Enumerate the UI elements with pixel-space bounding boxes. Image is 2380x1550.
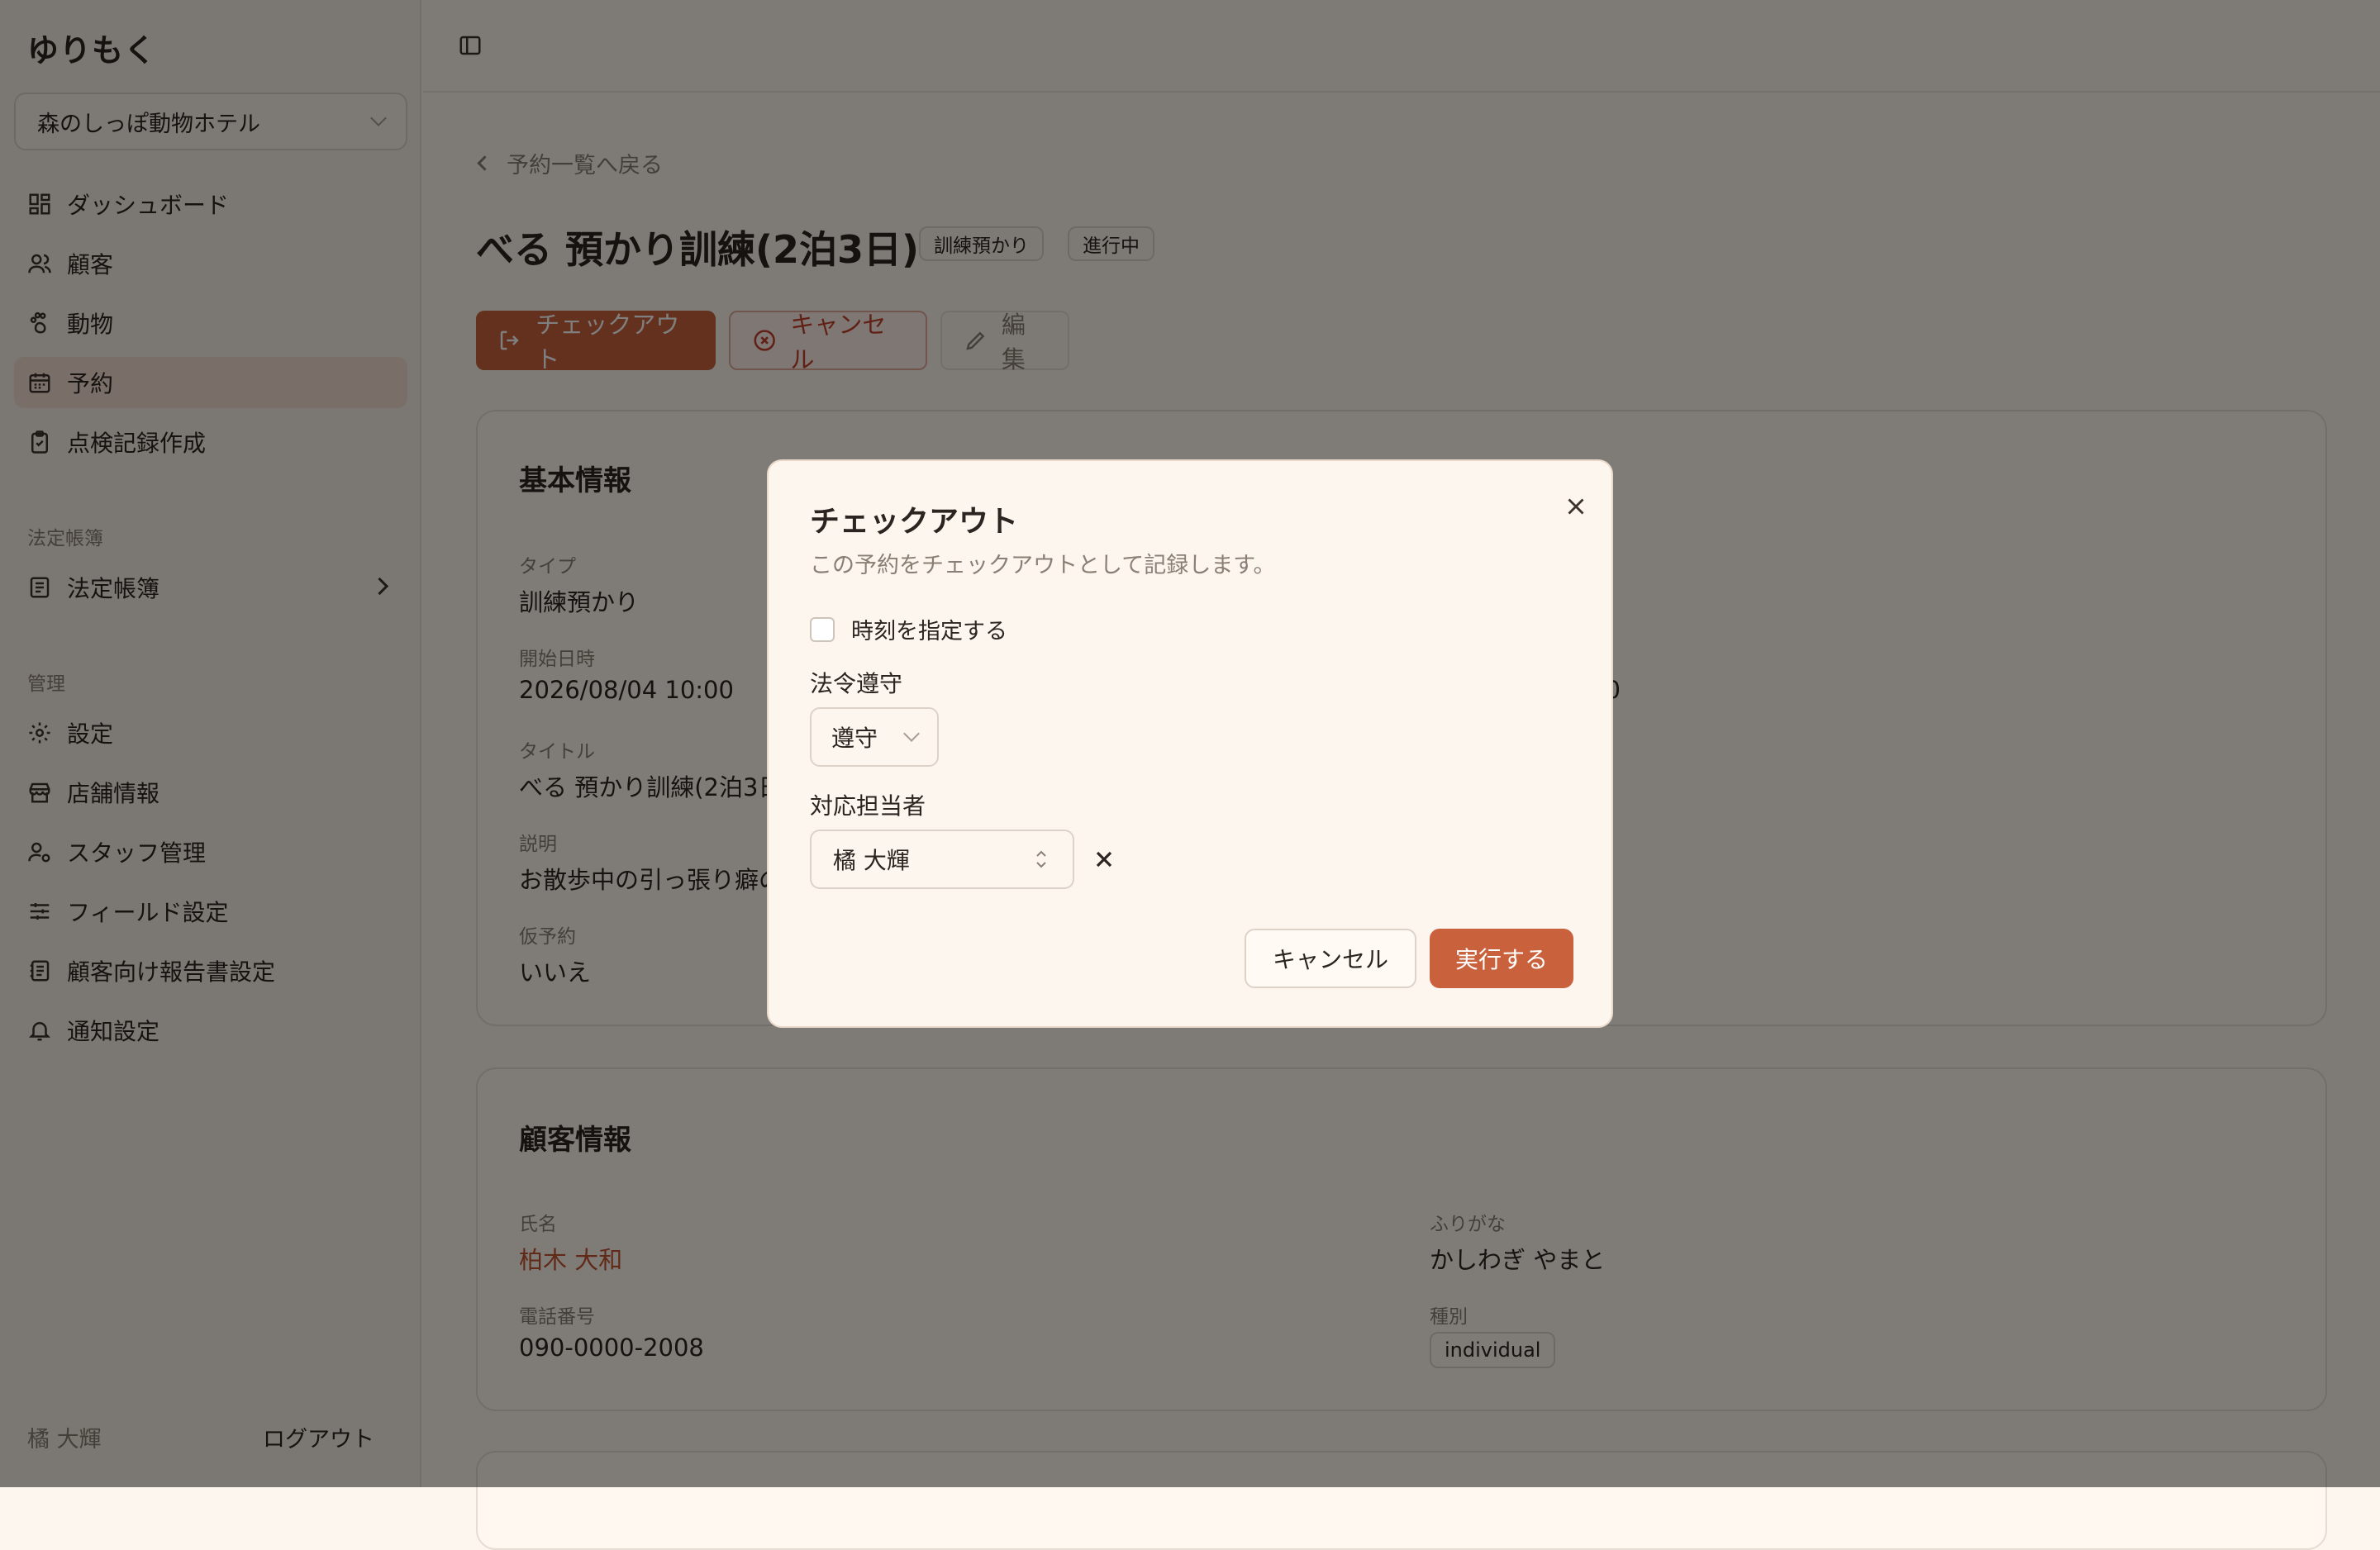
compliance-value: 遵守 xyxy=(831,725,878,752)
staff-value: 橘 大輝 xyxy=(833,847,910,874)
specify-time-row[interactable]: 時刻を指定する xyxy=(810,613,1007,645)
dialog-run-button[interactable]: 実行する xyxy=(1430,929,1573,988)
specify-time-label: 時刻を指定する xyxy=(851,619,1007,644)
chevron-down-icon xyxy=(903,725,920,742)
dialog-title: チェックアウト xyxy=(810,505,1019,539)
dialog-description: この予約をチェックアウトとして記録します。 xyxy=(810,553,1276,578)
checkout-dialog: チェックアウト この予約をチェックアウトとして記録します。 時刻を指定する 法令… xyxy=(767,459,1613,1028)
staff-select[interactable]: 橘 大輝 xyxy=(810,830,1074,889)
compliance-select[interactable]: 遵守 xyxy=(810,707,939,767)
clear-staff-icon[interactable] xyxy=(1091,846,1117,872)
dialog-cancel-button[interactable]: キャンセル xyxy=(1245,929,1416,988)
chevrons-up-down-icon xyxy=(1036,850,1046,868)
close-icon[interactable] xyxy=(1562,492,1590,521)
staff-label: 対応担当者 xyxy=(810,792,926,820)
specify-time-checkbox[interactable] xyxy=(810,616,835,642)
compliance-label: 法令遵守 xyxy=(810,670,903,697)
